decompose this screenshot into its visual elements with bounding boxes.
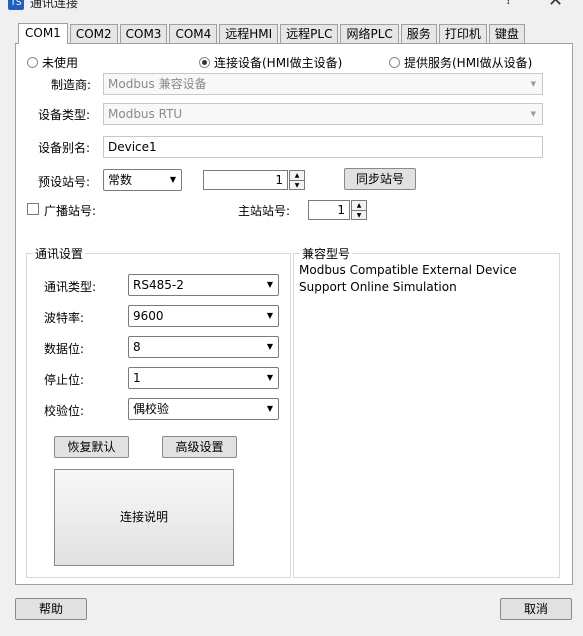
chevron-down-icon: ▼ [266,311,273,320]
alias-label: 设备别名: [38,141,91,155]
spin-down-icon[interactable]: ▼ [352,211,366,220]
device-type-select[interactable]: Modbus RTU ▼ [103,103,543,125]
tab-service[interactable]: 服务 [400,24,437,43]
master-station-label: 主站站号: [238,204,291,218]
radio-unused-label: 未使用 [42,55,79,70]
compat-model-line2: Support Online Simulation [299,280,457,294]
app-icon: TS [8,0,24,10]
parity-select[interactable]: 偶校验 ▼ [128,398,279,420]
spin-up-icon[interactable]: ▲ [290,171,304,181]
spin-down-icon[interactable]: ▼ [290,181,304,190]
tab-keyboard[interactable]: 键盘 [488,24,525,43]
data-bits-select[interactable]: 8 ▼ [128,336,279,358]
tab-com1[interactable]: COM1 [18,23,68,44]
tab-network-plc[interactable]: 网络PLC [340,24,399,43]
radio-connect[interactable]: 连接设备(HMI做主设备) [199,54,342,70]
baud-value: 9600 [133,309,164,323]
broadcast-label: 广播站号: [44,204,97,218]
alias-input[interactable]: Device1 [103,136,543,158]
radio-connect-circle[interactable] [199,56,210,68]
master-station-spinner[interactable]: ▲ ▼ [351,200,367,220]
compat-models-group [293,253,560,578]
stop-bits-value: 1 [133,371,141,385]
chevron-down-icon: ▼ [169,175,176,184]
compat-model-line1: Modbus Compatible External Device [299,263,517,277]
parity-label: 校验位: [44,404,85,418]
close-icon[interactable]: ✕ [548,0,563,11]
baud-select[interactable]: 9600 ▼ [128,305,279,327]
data-bits-value: 8 [133,340,141,354]
compat-models-title: 兼容型号 [300,245,353,262]
tab-com3[interactable]: COM3 [119,24,168,43]
chevron-down-icon: ▼ [266,280,273,289]
comm-settings-title: 通讯设置 [33,245,86,262]
manufacturer-label: 制造商: [51,78,92,92]
manufacturer-value: Modbus 兼容设备 [108,77,207,91]
comm-type-value: RS485-2 [133,278,184,292]
station-mode-value: 常数 [108,173,133,187]
tab-com4[interactable]: COM4 [169,24,218,43]
broadcast-checkbox[interactable] [27,203,39,215]
manufacturer-select[interactable]: Modbus 兼容设备 ▼ [103,73,543,95]
radio-unused[interactable]: 未使用 [27,54,78,70]
station-mode-select[interactable]: 常数 ▼ [103,169,182,191]
chevron-down-icon: ▼ [266,404,273,413]
device-type-value: Modbus RTU [108,107,183,121]
sync-station-button[interactable]: 同步站号 [344,168,416,190]
title-bar [0,0,583,16]
connection-info-button[interactable]: 连接说明 [54,469,234,566]
radio-connect-label: 连接设备(HMI做主设备) [214,55,343,70]
window-title: 通讯连接 [30,0,79,10]
master-station-input[interactable]: 1 [308,200,350,220]
tab-com2[interactable]: COM2 [69,24,118,43]
radio-serve-circle[interactable] [389,56,400,68]
tab-strip: COM1 COM2 COM3 COM4 远程HMI 远程PLC 网络PLC 服务… [18,23,527,44]
device-type-label: 设备类型: [38,108,91,122]
spin-up-icon[interactable]: ▲ [352,201,366,211]
radio-unused-circle[interactable] [27,56,38,68]
station-spinner[interactable]: ▲ ▼ [289,170,305,190]
station-number-input[interactable]: 1 [203,170,288,190]
chevron-down-icon: ▼ [266,373,273,382]
baud-label: 波特率: [44,311,85,325]
stop-bits-label: 停止位: [44,373,85,387]
tab-remote-plc[interactable]: 远程PLC [280,24,339,43]
data-bits-label: 数据位: [44,342,85,356]
parity-value: 偶校验 [133,402,170,416]
chevron-down-icon: ▼ [530,110,536,118]
help-button[interactable]: 帮助 [15,598,87,620]
comm-type-select[interactable]: RS485-2 ▼ [128,274,279,296]
station-label: 预设站号: [38,175,91,189]
chevron-down-icon: ▼ [266,342,273,351]
restore-default-button[interactable]: 恢复默认 [54,436,129,458]
help-icon[interactable]: ? [505,0,512,8]
cancel-button[interactable]: 取消 [500,598,572,620]
tab-printer[interactable]: 打印机 [438,24,487,43]
radio-serve-label: 提供服务(HMI做从设备) [404,55,533,70]
stop-bits-select[interactable]: 1 ▼ [128,367,279,389]
chevron-down-icon: ▼ [530,80,536,88]
advanced-settings-button[interactable]: 高级设置 [162,436,237,458]
radio-serve[interactable]: 提供服务(HMI做从设备) [389,54,532,70]
comm-type-label: 通讯类型: [44,280,97,294]
tab-remote-hmi[interactable]: 远程HMI [219,24,279,43]
